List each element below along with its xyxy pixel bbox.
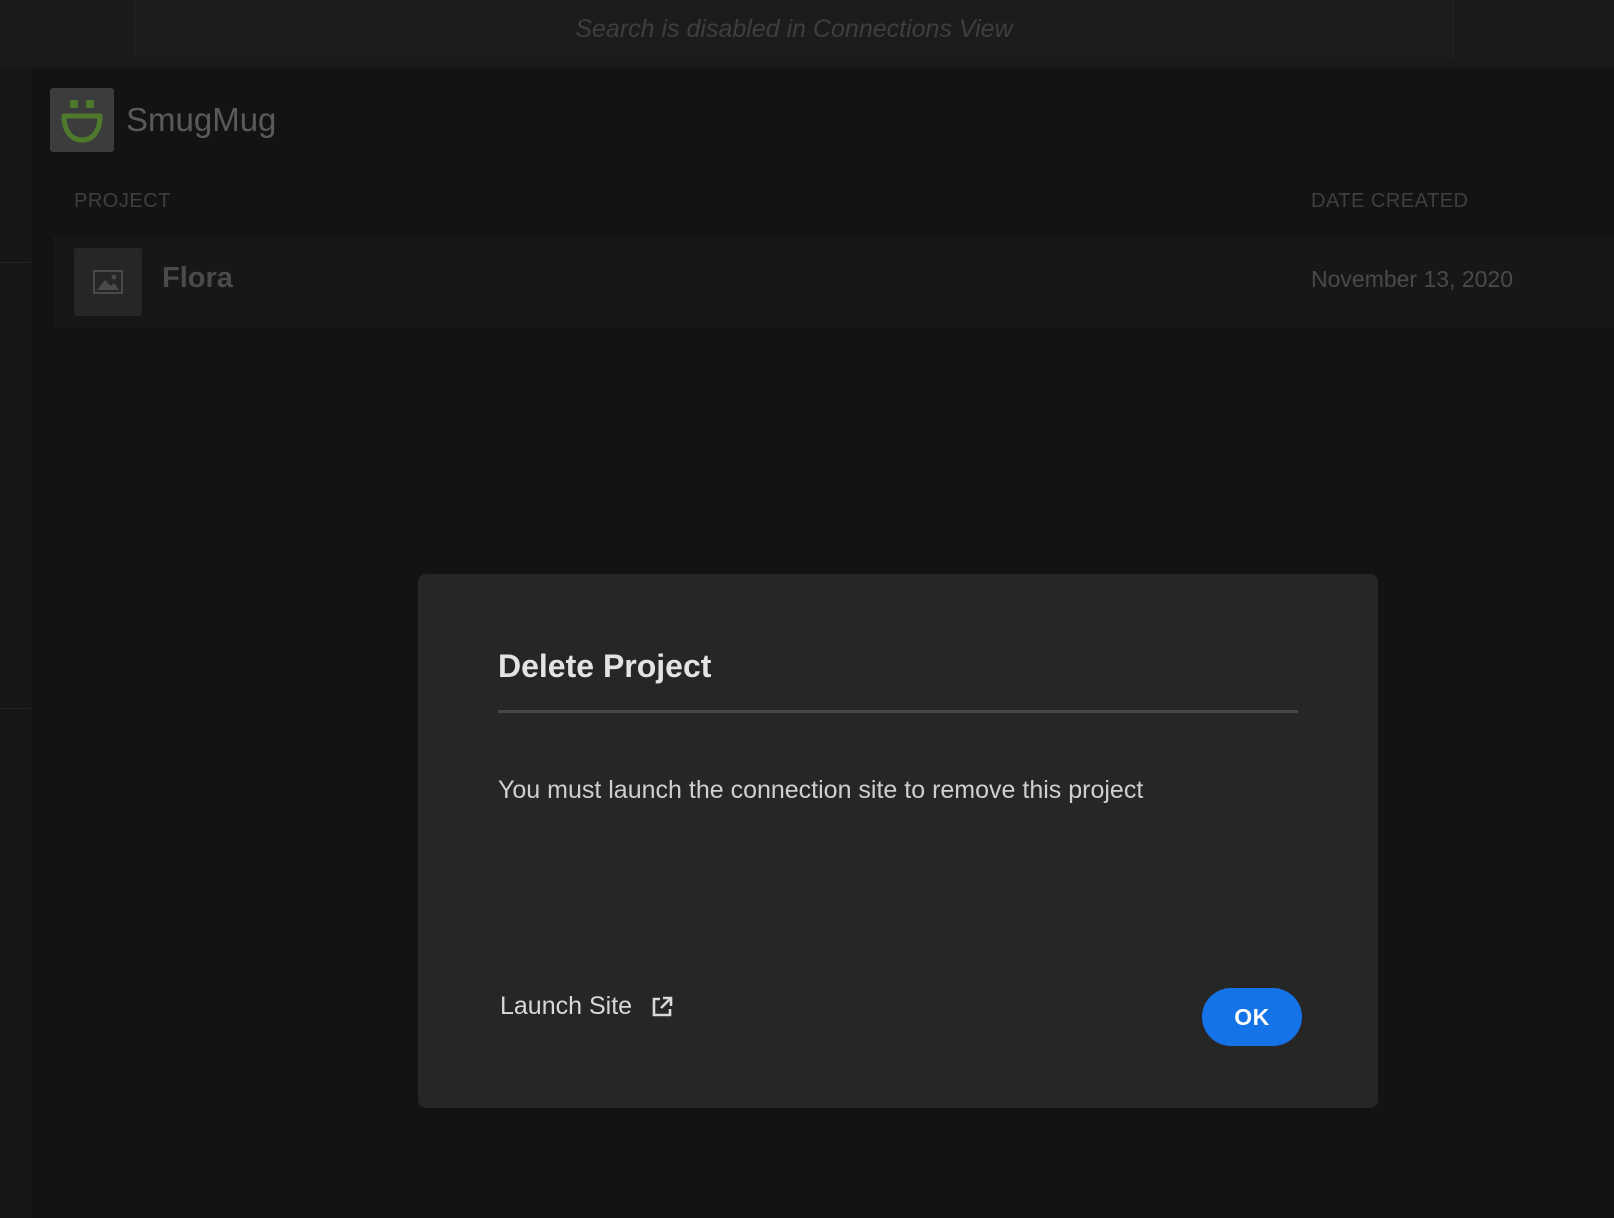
project-date-created: November 13, 2020 [1311,266,1514,292]
column-header-project: PROJECT [74,190,171,212]
launch-site-link[interactable]: Launch Site [500,992,674,1021]
left-sidebar [0,68,31,1218]
table-row[interactable]: Flora November 13, 2020 [53,236,1614,328]
top-bar: Search is disabled in Connections View [0,0,1614,68]
smugmug-logo-icon [50,88,114,152]
sidebar-divider [0,708,30,709]
service-name: SmugMug [126,101,277,138]
dialog-divider [498,710,1298,713]
sidebar-divider [0,262,30,263]
ok-button[interactable]: OK [1202,988,1302,1046]
service-header: SmugMug [50,88,276,152]
column-header-date-created: DATE CREATED [1311,190,1469,212]
external-link-icon [650,995,674,1019]
launch-site-label: Launch Site [500,992,633,1020]
project-name: Flora [162,262,233,294]
search-input: Search is disabled in Connections View [134,0,1454,58]
dialog-message: You must launch the connection site to r… [498,776,1144,804]
delete-project-dialog: Delete Project You must launch the conne… [418,574,1378,1108]
image-icon [74,248,142,316]
dialog-title: Delete Project [498,648,712,684]
